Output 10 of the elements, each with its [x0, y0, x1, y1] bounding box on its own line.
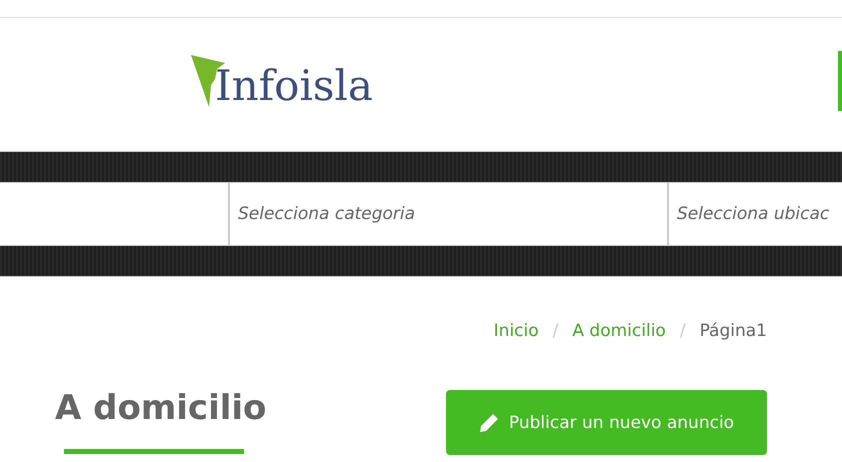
page-title: A domicilio: [55, 388, 266, 430]
publish-button[interactable]: Publicar un nuevo anuncio: [446, 390, 767, 455]
breadcrumb-separator: /: [680, 321, 686, 341]
header-button[interactable]: [838, 51, 842, 111]
breadcrumb-separator: /: [552, 321, 558, 341]
logo[interactable]: Infoisla: [191, 54, 373, 106]
breadcrumb-link[interactable]: A domicilio: [572, 321, 666, 341]
breadcrumb-link[interactable]: Inicio: [494, 321, 539, 341]
pencil-icon: [478, 412, 499, 432]
breadcrumb-current: Página1: [700, 321, 767, 341]
